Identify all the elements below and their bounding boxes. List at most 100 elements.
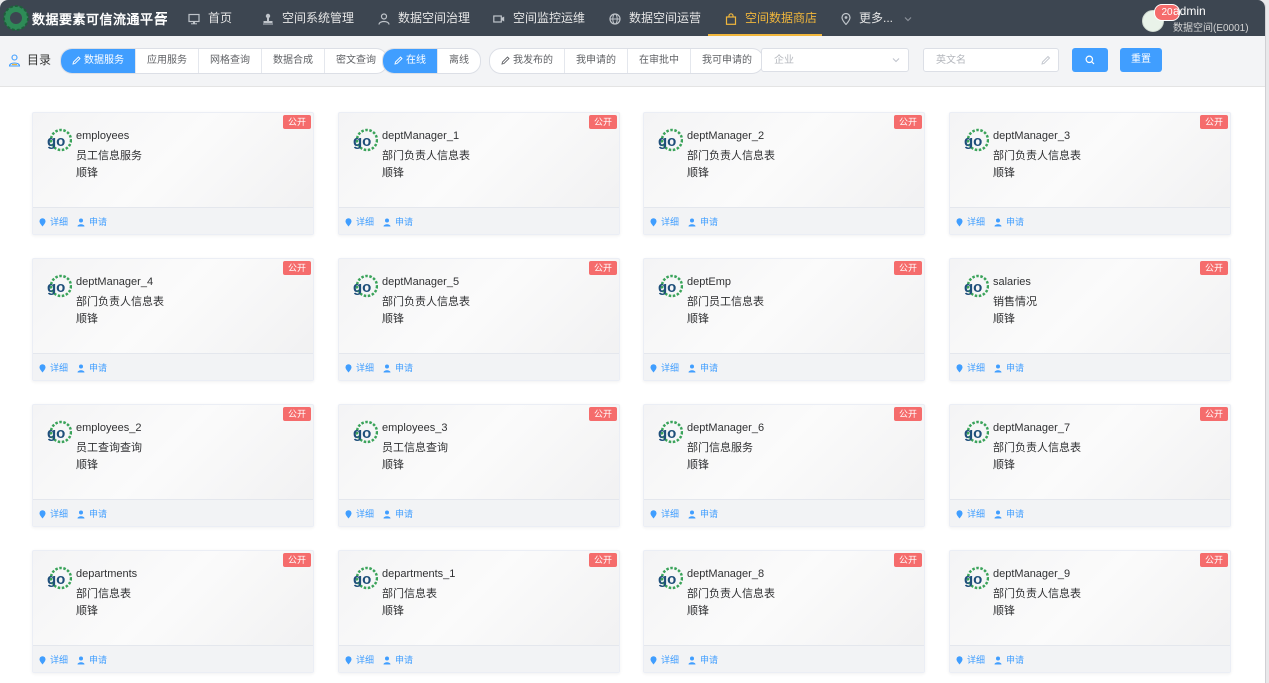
detail-link[interactable]: 详细: [345, 361, 374, 374]
tab-data-service[interactable]: 数据服务: [61, 49, 136, 73]
apply-link[interactable]: 申请: [688, 507, 718, 520]
detail-link[interactable]: 详细: [39, 507, 68, 520]
dataset-card[interactable]: go departments_1 部门信息表 顺锋 公开 详细 申请: [338, 550, 620, 673]
dataset-card[interactable]: go deptManager_1 部门负责人信息表 顺锋 公开 详细 申请: [338, 112, 620, 235]
apply-link[interactable]: 申请: [994, 361, 1024, 374]
tab-online[interactable]: 在线: [383, 49, 438, 73]
dataset-card[interactable]: go deptManager_5 部门负责人信息表 顺锋 公开 详细 申请: [338, 258, 620, 381]
card-footer: 详细 申请: [644, 645, 924, 672]
english-name-input[interactable]: [934, 54, 1048, 67]
dataset-card[interactable]: go deptManager_3 部门负责人信息表 顺锋 公开 详细 申请: [949, 112, 1231, 235]
detail-link[interactable]: 详细: [956, 215, 985, 228]
tab-my-applied[interactable]: 我申请的: [565, 49, 628, 73]
nav-governance[interactable]: 数据空间治理: [378, 0, 470, 36]
apply-link[interactable]: 申请: [383, 653, 413, 666]
apply-link[interactable]: 申请: [688, 215, 718, 228]
apply-link[interactable]: 申请: [383, 361, 413, 374]
detail-link[interactable]: 详细: [956, 361, 985, 374]
dataset-card[interactable]: go deptManager_8 部门负责人信息表 顺锋 公开 详细 申请: [643, 550, 925, 673]
detail-link[interactable]: 详细: [650, 653, 679, 666]
card-description: 部门负责人信息表: [382, 296, 470, 308]
detail-link[interactable]: 详细: [345, 653, 374, 666]
company-select-input[interactable]: [772, 54, 886, 67]
dataset-card[interactable]: go employees_3 员工信息查询 顺锋 公开 详细 申请: [338, 404, 620, 527]
apply-link[interactable]: 申请: [383, 507, 413, 520]
apply-link[interactable]: 申请: [77, 653, 107, 666]
apply-link[interactable]: 申请: [688, 361, 718, 374]
go-logo-icon: go: [47, 420, 72, 444]
user-icon: [77, 510, 85, 519]
pen-icon: [394, 56, 403, 65]
apply-link[interactable]: 申请: [77, 215, 107, 228]
user-icon: [688, 510, 696, 519]
dataset-card[interactable]: go employees_2 员工查询查询 顺锋 公开 详细 申请: [32, 404, 314, 527]
apply-link[interactable]: 申请: [688, 653, 718, 666]
nav-label: 更多...: [859, 11, 894, 25]
tab-cipher-query[interactable]: 密文查询: [325, 49, 387, 73]
apply-link[interactable]: 申请: [994, 507, 1024, 520]
apply-link[interactable]: 申请: [994, 653, 1024, 666]
detail-link[interactable]: 详细: [345, 507, 374, 520]
detail-label: 详细: [356, 509, 375, 519]
dataset-card[interactable]: go deptManager_9 部门负责人信息表 顺锋 公开 详细 申请: [949, 550, 1231, 673]
dataset-card[interactable]: go employees 员工信息服务 顺锋 公开 详细 申请: [32, 112, 314, 235]
card-name: deptManager_8: [687, 568, 765, 580]
hamburger-icon[interactable]: [156, 10, 168, 24]
detail-link[interactable]: 详细: [650, 361, 679, 374]
nav-operations[interactable]: 数据空间运营: [609, 0, 701, 36]
reset-button[interactable]: 重置: [1120, 48, 1162, 72]
dataset-card[interactable]: go deptManager_6 部门信息服务 顺锋 公开 详细 申请: [643, 404, 925, 527]
nav-monitoring[interactable]: 空间监控运维: [493, 0, 585, 36]
dataset-card[interactable]: go deptManager_4 部门负责人信息表 顺锋 公开 详细 申请: [32, 258, 314, 381]
nav-data-store[interactable]: 空间数据商店: [708, 0, 822, 36]
detail-link[interactable]: 详细: [956, 507, 985, 520]
dataset-card[interactable]: go deptEmp 部门员工信息表 顺锋 公开 详细 申请: [643, 258, 925, 381]
detail-link[interactable]: 详细: [956, 653, 985, 666]
gear-logo-icon[interactable]: [2, 4, 30, 32]
nav-more[interactable]: 更多...: [841, 0, 912, 36]
card-footer: 详细 申请: [33, 645, 313, 672]
detail-link[interactable]: 详细: [650, 215, 679, 228]
card-name: salaries: [993, 276, 1031, 288]
directory-user-icon: [8, 54, 21, 67]
location-pin-icon: [650, 218, 657, 227]
dataset-card[interactable]: go deptManager_7 部门负责人信息表 顺锋 公开 详细 申请: [949, 404, 1231, 527]
dataset-card[interactable]: go deptManager_2 部门负责人信息表 顺锋 公开 详细 申请: [643, 112, 925, 235]
detail-link[interactable]: 详细: [650, 507, 679, 520]
svg-text:go: go: [658, 133, 676, 150]
public-tag: 公开: [893, 115, 922, 129]
detail-link[interactable]: 详细: [345, 215, 374, 228]
svg-text:go: go: [964, 279, 982, 296]
apply-link[interactable]: 申请: [77, 361, 107, 374]
directory-toggle[interactable]: 目录: [8, 50, 51, 70]
detail-link[interactable]: 详细: [39, 653, 68, 666]
tab-offline[interactable]: 离线: [438, 49, 480, 73]
card-description: 员工查询查询: [76, 442, 142, 454]
detail-link[interactable]: 详细: [39, 361, 68, 374]
location-pin-icon: [345, 656, 352, 665]
card-name: employees_2: [76, 422, 142, 434]
apply-link[interactable]: 申请: [383, 215, 413, 228]
dataset-card[interactable]: go salaries 销售情况 顺锋 公开 详细 申请: [949, 258, 1231, 381]
tab-pending-approval[interactable]: 在审批中: [628, 49, 691, 73]
company-select[interactable]: [761, 48, 909, 72]
go-logo-icon: go: [353, 566, 378, 590]
svg-text:go: go: [353, 425, 371, 442]
user-menu[interactable]: 20 admin 数据空间(E0001): [1142, 4, 1262, 34]
tab-app-service[interactable]: 应用服务: [136, 49, 199, 73]
tab-data-synthesis[interactable]: 数据合成: [262, 49, 325, 73]
dataset-card[interactable]: go departments 部门信息表 顺锋 公开 详细 申请: [32, 550, 314, 673]
nav-system-management[interactable]: 空间系统管理: [262, 0, 354, 36]
tab-my-published[interactable]: 我发布的: [490, 49, 565, 73]
nav-home[interactable]: 首页: [188, 0, 232, 36]
apply-link[interactable]: 申请: [77, 507, 107, 520]
search-button[interactable]: [1072, 48, 1108, 72]
apply-link[interactable]: 申请: [994, 215, 1024, 228]
card-description: 部门负责人信息表: [993, 150, 1081, 162]
detail-link[interactable]: 详细: [39, 215, 68, 228]
tab-grid-query[interactable]: 网格查询: [199, 49, 262, 73]
english-name-field[interactable]: [923, 48, 1059, 72]
card-owner: 顺锋: [993, 313, 1015, 325]
tab-can-apply[interactable]: 我可申请的: [691, 49, 763, 73]
location-pin-icon: [956, 510, 963, 519]
